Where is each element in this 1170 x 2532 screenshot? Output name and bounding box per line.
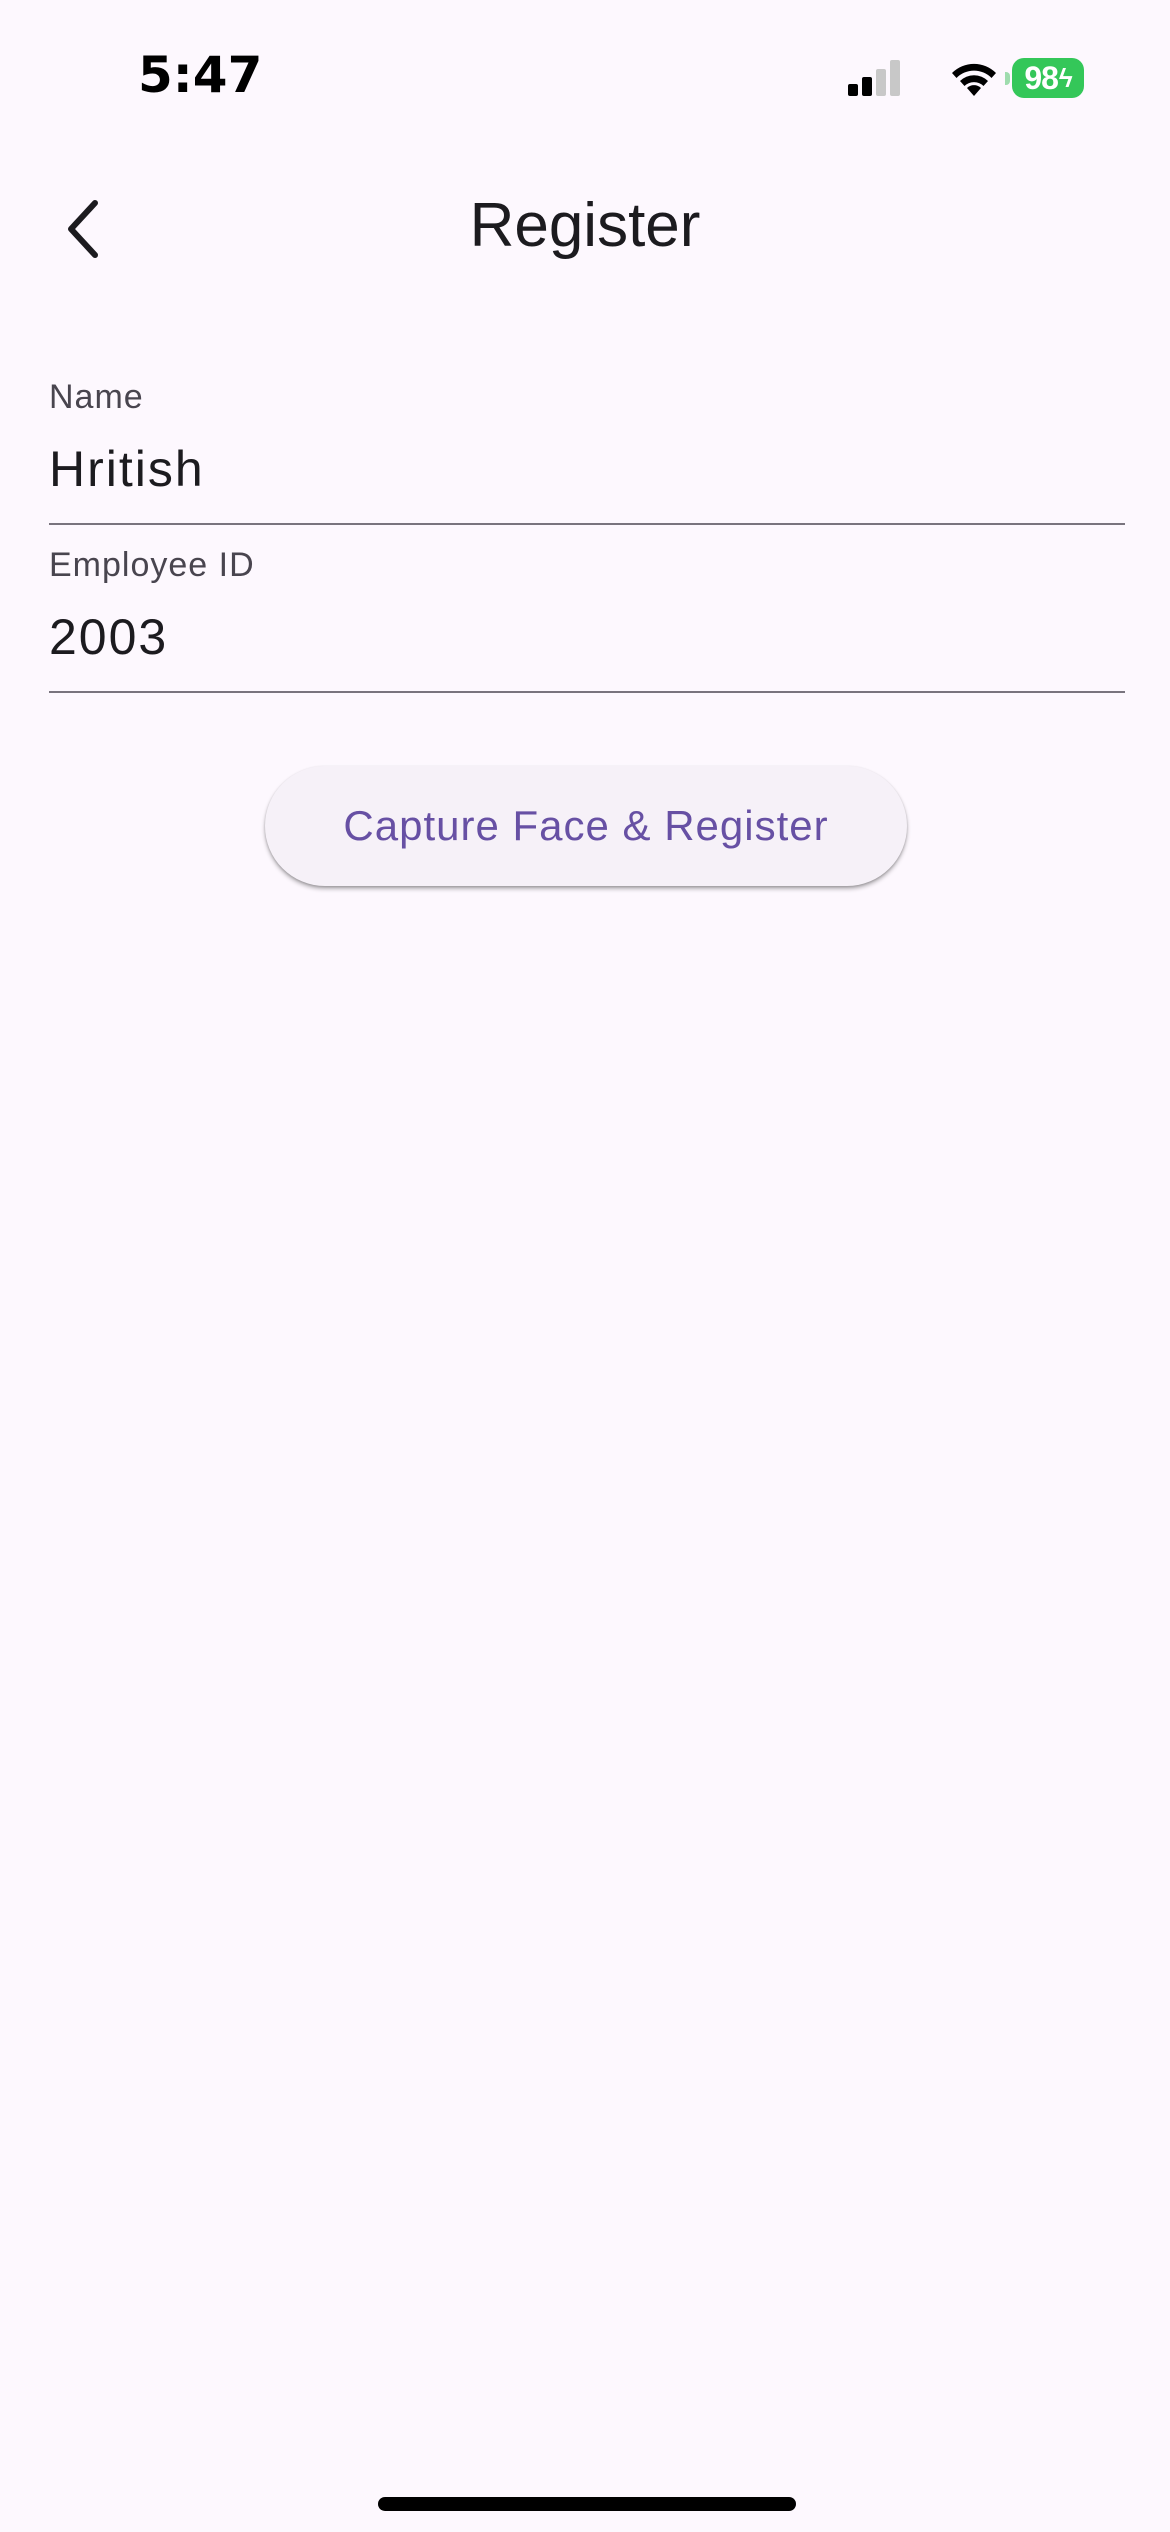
- name-underline: [49, 523, 1125, 525]
- name-input[interactable]: [49, 440, 1125, 498]
- capture-face-register-button[interactable]: Capture Face & Register: [265, 766, 907, 886]
- name-field[interactable]: Name: [49, 378, 1125, 525]
- employee-id-label: Employee ID: [49, 546, 255, 584]
- battery-tip: [1005, 72, 1010, 85]
- charging-bolt-icon: ϟ: [1058, 62, 1073, 93]
- employee-id-underline: [49, 691, 1125, 693]
- signal-icon: [848, 58, 910, 103]
- battery-icon: 98 ϟ: [1005, 58, 1084, 98]
- employee-id-field[interactable]: Employee ID: [49, 546, 1125, 693]
- employee-id-input[interactable]: [49, 608, 1125, 666]
- page-title: Register: [469, 191, 701, 260]
- status-time: 5:47: [138, 46, 263, 104]
- app-bar: Register: [0, 150, 1170, 300]
- battery-level: 98: [1024, 59, 1059, 96]
- name-label: Name: [49, 378, 144, 416]
- home-indicator: [378, 2497, 796, 2511]
- wifi-icon: [948, 60, 1000, 103]
- status-bar: 5:47 98 ϟ: [0, 0, 1170, 140]
